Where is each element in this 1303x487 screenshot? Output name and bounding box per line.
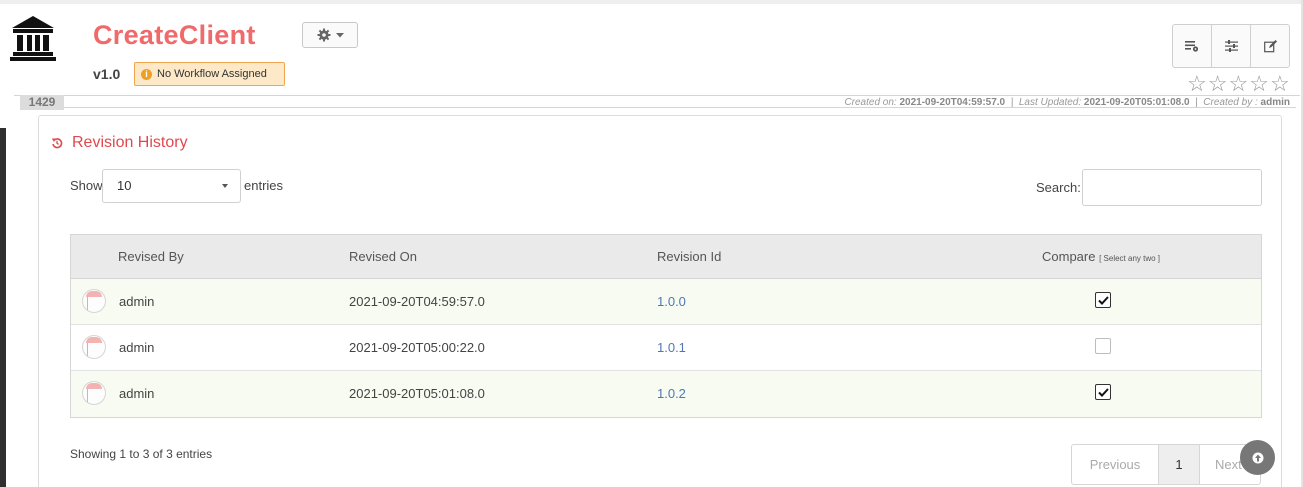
- panel-title-text: Revision History: [72, 134, 188, 151]
- revision-id-link[interactable]: 1.0.0: [657, 294, 686, 309]
- show-label: Show: [70, 178, 103, 193]
- table-row: admin 2021-09-20T04:59:57.0 1.0.0: [71, 279, 1261, 325]
- panel-title: Revision History: [51, 134, 188, 152]
- record-meta-bar: 1429 Created on: 2021-09-20T04:59:57.0 |…: [14, 95, 1300, 110]
- caret-down-icon: [335, 32, 344, 37]
- history-icon: [51, 138, 63, 149]
- revised-on-cell: 2021-09-20T04:59:57.0: [349, 294, 485, 309]
- created-by-label: Created by :: [1203, 97, 1258, 108]
- workflow-status-badge: i No Workflow Assigned: [134, 62, 285, 86]
- compare-header-label: Compare: [1042, 249, 1096, 264]
- meta-separator: |: [1195, 97, 1198, 108]
- table-header: Revised By Revised On Revision Id Compar…: [71, 235, 1261, 279]
- page-length-select[interactable]: 10: [102, 169, 241, 203]
- compare-checkbox[interactable]: [1095, 292, 1111, 308]
- column-header-revised-on[interactable]: Revised On: [349, 249, 417, 264]
- compare-header-hint: [ Select any two ]: [1099, 254, 1161, 263]
- version-label: v1.0: [93, 66, 121, 82]
- page: CreateClient v1.0 i No Workflow Assigned: [0, 0, 1303, 487]
- table-row: admin 2021-09-20T05:01:08.0 1.0.2: [71, 371, 1261, 417]
- compare-checkbox[interactable]: [1095, 338, 1111, 354]
- meta-separator: |: [1010, 97, 1014, 108]
- compare-checkbox[interactable]: [1095, 384, 1111, 400]
- revision-history-panel: Revision History Show 10 entries Search:…: [38, 115, 1282, 487]
- revised-by-cell: admin: [119, 340, 155, 355]
- list-settings-icon: [1185, 41, 1199, 52]
- revised-by-cell: admin: [119, 386, 155, 401]
- gear-icon: [317, 28, 330, 42]
- edit-record-button[interactable]: [1251, 25, 1289, 67]
- star-icon[interactable]: ☆: [1228, 73, 1248, 95]
- settings-dropdown-button[interactable]: [302, 22, 358, 48]
- user-avatar: [82, 289, 106, 313]
- last-updated-value: 2021-09-20T05:01:08.0: [1083, 97, 1190, 108]
- record-meta-text: Created on: 2021-09-20T04:59:57.0 | Last…: [844, 97, 1290, 108]
- bank-building-icon: [10, 16, 56, 61]
- scroll-to-top-button[interactable]: [1240, 440, 1275, 475]
- info-icon: i: [141, 68, 152, 80]
- arrow-up-icon: [1252, 452, 1263, 463]
- created-on-label: Created on:: [844, 97, 897, 108]
- last-updated-label: Last Updated:: [1018, 97, 1082, 108]
- edit-icon: [1263, 39, 1277, 52]
- search-input[interactable]: [1082, 169, 1262, 206]
- star-icon[interactable]: ☆: [1187, 73, 1207, 95]
- table-row: admin 2021-09-20T05:00:22.0 1.0.1: [71, 325, 1261, 371]
- page-length-value: 10: [117, 178, 132, 193]
- caret-down-icon: [222, 184, 228, 188]
- search-label: Search:: [1036, 180, 1081, 195]
- column-header-revision-id[interactable]: Revision Id: [657, 249, 721, 264]
- revised-on-cell: 2021-09-20T05:00:22.0: [349, 340, 485, 355]
- list-settings-button[interactable]: [1173, 25, 1212, 67]
- record-toolbar: [1172, 24, 1290, 68]
- star-icon[interactable]: ☆: [1208, 73, 1228, 95]
- column-header-compare: Compare [ Select any two ]: [1042, 249, 1160, 264]
- created-by-value: admin: [1260, 97, 1290, 108]
- left-edge-strip: [0, 128, 6, 487]
- page-title: CreateClient: [93, 20, 256, 50]
- page-button-1[interactable]: 1: [1159, 445, 1200, 484]
- pagination: Previous 1 Next: [1071, 444, 1261, 485]
- checkmark-icon: [1097, 387, 1109, 397]
- record-header: CreateClient v1.0 i No Workflow Assigned: [0, 4, 1301, 96]
- record-id-badge: 1429: [20, 95, 64, 110]
- revision-id-link[interactable]: 1.0.1: [657, 340, 686, 355]
- user-avatar: [82, 381, 106, 405]
- revision-id-link[interactable]: 1.0.2: [657, 386, 686, 401]
- sliders-icon: [1224, 40, 1238, 52]
- star-icon[interactable]: ☆: [1270, 73, 1290, 95]
- checkmark-icon: [1097, 295, 1109, 305]
- workflow-status-text: No Workflow Assigned: [157, 68, 267, 80]
- revised-on-cell: 2021-09-20T05:01:08.0: [349, 386, 485, 401]
- revision-table: Revised By Revised On Revision Id Compar…: [70, 234, 1262, 418]
- entries-label: entries: [244, 178, 284, 193]
- rating-stars[interactable]: ☆ ☆ ☆ ☆ ☆: [1187, 73, 1290, 95]
- revised-by-cell: admin: [119, 294, 155, 309]
- created-on-value: 2021-09-20T04:59:57.0: [899, 97, 1006, 108]
- table-info: Showing 1 to 3 of 3 entries: [70, 447, 213, 461]
- previous-page-button[interactable]: Previous: [1072, 445, 1159, 484]
- filter-sliders-button[interactable]: [1212, 25, 1251, 67]
- user-avatar: [82, 335, 106, 359]
- column-header-revised-by[interactable]: Revised By: [118, 249, 184, 264]
- star-icon[interactable]: ☆: [1249, 73, 1269, 95]
